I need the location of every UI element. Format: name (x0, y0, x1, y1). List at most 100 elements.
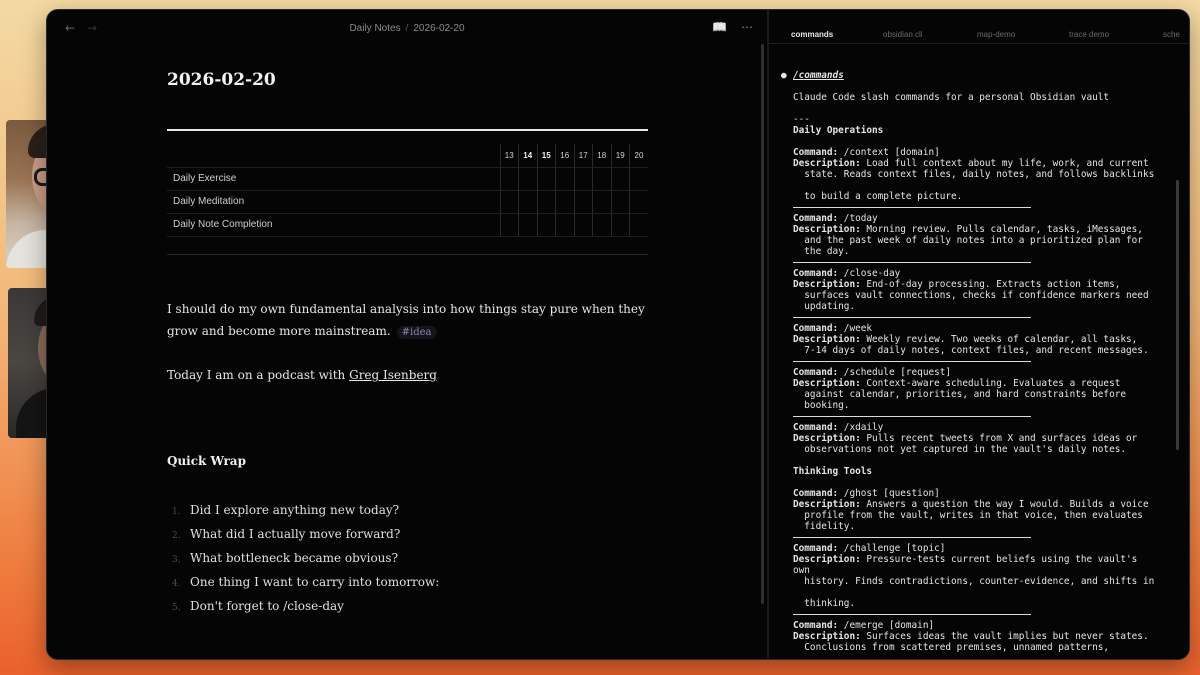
breadcrumb-separator: / (405, 23, 409, 34)
command-label: Command: (793, 323, 839, 334)
habit-cell[interactable] (573, 167, 593, 191)
idea-tag[interactable]: #idea (396, 326, 437, 339)
more-options-icon[interactable]: ⋯ (741, 20, 753, 34)
description-line: Description: Pulls recent tweets from X … (793, 433, 1154, 444)
note-title[interactable]: 2026-02-20 (167, 70, 276, 90)
description-text: Answers a question the way I would. Buil… (860, 499, 1149, 510)
description-text: updating. (793, 301, 856, 312)
description-continuation: booking. (793, 400, 1154, 411)
habit-cell[interactable] (592, 213, 611, 237)
habit-cell[interactable] (555, 213, 574, 237)
description-text: Conclusions from scattered premises, unn… (793, 642, 1110, 653)
document-scrollbar[interactable] (1176, 180, 1179, 450)
command-label: Command: (793, 213, 839, 224)
command-line: Command: /week (793, 323, 1154, 334)
command-name: /xdaily (838, 422, 884, 433)
tab-obsidian-cli[interactable]: obsidian cli (883, 30, 923, 39)
tab-commands[interactable]: commands (791, 30, 833, 39)
habit-cell[interactable] (536, 190, 556, 214)
description-text: booking. (793, 400, 850, 411)
breadcrumb-folder[interactable]: Daily Notes (349, 23, 400, 34)
topbar-actions: 📖 ⋯ (702, 20, 753, 34)
list-number: 1. (172, 507, 181, 517)
list-item-text: Did I explore anything new today? (190, 503, 400, 517)
habit-cell[interactable] (536, 213, 556, 237)
tracker-corner (167, 144, 500, 168)
command-label: Command: (793, 488, 839, 499)
habit-cell[interactable] (518, 167, 537, 191)
description-text: Pulls recent tweets from X and surfaces … (860, 433, 1138, 444)
habit-cell[interactable] (573, 213, 593, 237)
habit-cell[interactable] (610, 213, 630, 237)
tab-schedule[interactable]: sche (1163, 30, 1180, 39)
internal-link[interactable]: Greg Isenberg (349, 368, 437, 382)
habit-cell[interactable] (518, 190, 537, 214)
breadcrumb-file[interactable]: 2026-02-20 (413, 23, 464, 34)
habit-cell[interactable] (610, 167, 630, 191)
breadcrumb: Daily Notes / 2026-02-20 (47, 23, 767, 34)
command-label: Command: (793, 422, 839, 433)
title-divider (167, 129, 648, 131)
command-label: Command: (793, 367, 839, 378)
description-text: and the past week of daily notes into a … (793, 235, 1143, 246)
habit-cell[interactable] (536, 167, 556, 191)
description-text: Morning review. Pulls calendar, tasks, i… (860, 224, 1143, 235)
command-line: Command: /close-day (793, 268, 1154, 279)
command-separator (793, 609, 1154, 620)
habit-cell[interactable] (555, 167, 574, 191)
habit-cell[interactable] (629, 213, 648, 237)
day-header: 13 (499, 144, 519, 168)
editor-pane: ← → Daily Notes/2026-02-20 📖 ⋯ 2026-02-2… (47, 10, 767, 659)
list-item-text: Don't forget to /close-day (190, 599, 344, 613)
habit-cell[interactable] (629, 190, 648, 214)
description-text: observations not yet captured in the vau… (793, 444, 1127, 455)
commands-document[interactable]: ● /commands Claude Code slash commands fo… (781, 70, 1154, 659)
list-item[interactable]: 4. One thing I want to carry into tomorro… (172, 570, 439, 594)
list-item[interactable]: 2. What did I actually move forward? (172, 522, 439, 546)
commands-heading-link[interactable]: /commands (793, 70, 844, 81)
habit-cell[interactable] (518, 213, 537, 237)
description-label: Description: (793, 433, 861, 444)
editor-scrollbar[interactable] (761, 44, 764, 604)
description-line: Description: Load full context about my … (793, 158, 1154, 169)
doc-subtitle: Claude Code slash commands for a persona… (793, 92, 1110, 103)
note-paragraph[interactable]: I should do my own fundamental analysis … (167, 298, 657, 344)
day-header: 16 (555, 144, 574, 168)
description-continuation (793, 587, 1154, 598)
command-name: /challenge [topic] (838, 543, 946, 554)
section-heading[interactable]: Quick Wrap (167, 454, 246, 468)
description-text: the day. (793, 246, 850, 257)
command-line: Command: /ghost [question] (793, 488, 1154, 499)
habit-label: Daily Note Completion (167, 213, 500, 237)
list-item[interactable]: 5. Don't forget to /close-day (172, 594, 439, 618)
description-continuation: history. Finds contradictions, counter-e… (793, 576, 1154, 587)
description-continuation: state. Reads context files, daily notes,… (793, 169, 1154, 180)
habit-cell[interactable] (610, 190, 630, 214)
habit-cell[interactable] (499, 167, 519, 191)
description-continuation (793, 180, 1154, 191)
habit-cell[interactable] (555, 190, 574, 214)
habit-cell[interactable] (573, 190, 593, 214)
habit-cell[interactable] (592, 190, 611, 214)
description-continuation: fidelity. (793, 521, 1154, 532)
reading-view-book-icon[interactable]: 📖 (712, 20, 727, 34)
note-paragraph[interactable]: Today I am on a podcast with Greg Isenbe… (167, 364, 657, 386)
habit-cell[interactable] (499, 190, 519, 214)
tab-map-demo[interactable]: map-demo (977, 30, 1015, 39)
tab-trace-demo[interactable]: trace demo (1069, 30, 1109, 39)
description-continuation: thinking. (793, 598, 1154, 609)
description-label: Description: (793, 279, 861, 290)
command-name: /today (838, 213, 878, 224)
habit-cell[interactable] (629, 167, 648, 191)
list-item[interactable]: 1. Did I explore anything new today? (172, 498, 439, 522)
habit-cell[interactable] (499, 213, 519, 237)
list-item[interactable]: 3. What bottleneck became obvious? (172, 546, 439, 570)
habit-cell[interactable] (592, 167, 611, 191)
description-text: thinking. (793, 598, 856, 609)
day-header: 19 (610, 144, 630, 168)
description-text: Load full context about my life, work, a… (860, 158, 1149, 169)
command-separator (793, 202, 1154, 213)
description-label: Description: (793, 554, 861, 565)
description-continuation: to build a complete picture. (793, 191, 1154, 202)
